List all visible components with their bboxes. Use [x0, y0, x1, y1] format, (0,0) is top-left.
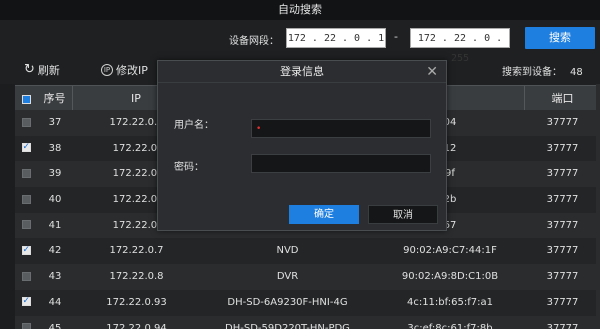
found-devices: 搜索到设备： 48 — [502, 63, 583, 78]
cell-port: 37777 — [546, 117, 579, 128]
cell-no: 37 — [48, 117, 62, 128]
checkbox-box[interactable] — [21, 294, 31, 308]
cell-port: 37777 — [546, 142, 579, 154]
cell-port: 37777 — [546, 219, 579, 231]
refresh-icon: ↻ — [24, 62, 35, 77]
cell-type: DH-SD-6A9230F-HNI-4G — [227, 296, 348, 308]
ip-range-separator: - — [394, 30, 398, 43]
cell-port: 37777 — [546, 296, 579, 308]
window-title: 自动搜索 — [0, 0, 600, 20]
cell-ip: 172.22.0.7 — [109, 245, 164, 257]
row-checkbox[interactable] — [15, 264, 37, 290]
search-button[interactable]: 搜索 — [525, 27, 595, 49]
cell-mac: 90:02:A9:C7:44:1F — [403, 245, 497, 257]
start-ip-input[interactable]: 172 . 22 . 0 . 1 — [286, 28, 386, 48]
cell-no: 39 — [48, 168, 62, 180]
row-checkbox[interactable] — [15, 136, 37, 162]
checkbox-box[interactable] — [21, 117, 31, 127]
cell-no: 42 — [48, 245, 62, 257]
cell-no: 43 — [48, 271, 62, 283]
cell-ip: 172.22.0.93 — [106, 296, 167, 308]
cell-no: 41 — [48, 219, 62, 231]
modify-ip-button[interactable]: IP 修改IP — [101, 62, 148, 78]
cell-no: 45 — [48, 322, 62, 329]
checkbox-box[interactable] — [21, 140, 31, 154]
left-margin — [0, 84, 15, 329]
username-label: 用户名： — [174, 120, 214, 131]
refresh-button[interactable]: ↻ 刷新 — [24, 62, 60, 78]
cell-port: 37777 — [546, 322, 579, 329]
checkbox-box[interactable] — [21, 323, 31, 329]
checkbox-box[interactable] — [21, 271, 31, 281]
cell-port: 37777 — [546, 245, 579, 257]
ip-icon: IP — [101, 64, 113, 76]
cancel-button[interactable]: 取消 — [368, 205, 438, 224]
username-input[interactable]: • — [251, 119, 431, 138]
dialog-title: 登录信息 — [158, 61, 446, 83]
checkbox-box[interactable] — [21, 243, 31, 257]
cell-port: 37777 — [546, 194, 579, 206]
row-checkbox[interactable] — [15, 316, 37, 329]
cell-ip: 172.22.0.8 — [109, 271, 164, 283]
refresh-label: 刷新 — [37, 64, 60, 77]
login-dialog: 登录信息 ✕ 用户名： • 密码： 确定 取消 — [157, 60, 447, 231]
required-marker: • — [256, 124, 262, 134]
checkbox-box[interactable] — [21, 168, 31, 178]
row-checkbox[interactable] — [15, 290, 37, 316]
select-all-checkbox[interactable] — [15, 86, 37, 111]
checkbox-box[interactable] — [21, 220, 31, 230]
cell-port: 37777 — [546, 271, 579, 283]
cell-no: 40 — [48, 194, 62, 206]
header-port[interactable]: 端口 — [525, 86, 600, 111]
cell-mac: 90:02:A9:8D:C1:0B — [401, 271, 499, 283]
table-row[interactable]: 43 172.22.0.8 DVR 90:02:A9:8D:C1:0B 37777 — [15, 264, 600, 290]
cell-type: NVD — [276, 245, 299, 257]
found-count: 48 — [570, 67, 583, 78]
cell-type: DH-SD-59D220T-HN-PDG — [225, 322, 350, 329]
end-ip-input[interactable]: 172 . 22 . 0 . 255 — [410, 28, 510, 64]
checkbox-box[interactable] — [21, 194, 31, 204]
segment-label: 设备网段： — [229, 36, 279, 47]
segment-row: 设备网段： 172 . 22 . 0 . 1 - 172 . 22 . 0 . … — [0, 20, 600, 64]
table-row[interactable]: 45 172.22.0.94 DH-SD-59D220T-HN-PDG 3c:ef:8… — [15, 315, 600, 329]
close-icon[interactable]: ✕ — [426, 62, 438, 82]
cell-type: DVR — [276, 271, 299, 283]
row-checkbox[interactable] — [15, 238, 37, 264]
row-checkbox[interactable] — [15, 110, 37, 136]
table-row[interactable]: 44 172.22.0.93 DH-SD-6A9230F-HNI-4G 4c:11:b… — [15, 289, 600, 316]
found-label: 搜索到设备： — [502, 67, 562, 78]
select-all-box[interactable] — [21, 94, 31, 104]
modify-ip-label: 修改IP — [116, 64, 148, 77]
row-checkbox[interactable] — [15, 161, 37, 187]
cell-ip: 172.22.0.94 — [106, 322, 167, 329]
scrollbar[interactable] — [596, 84, 600, 329]
row-checkbox[interactable] — [15, 213, 37, 239]
header-no[interactable]: 序号 — [37, 86, 73, 111]
cell-no: 38 — [48, 142, 62, 154]
cell-no: 44 — [48, 296, 62, 308]
ok-button[interactable]: 确定 — [289, 205, 359, 224]
cell-mac: 3c:ef:8c:61:f7:8b — [407, 322, 493, 329]
cell-mac: 4c:11:bf:65:f7:a1 — [406, 296, 494, 308]
password-input[interactable] — [251, 154, 431, 173]
password-label: 密码： — [174, 162, 204, 173]
row-checkbox[interactable] — [15, 187, 37, 213]
table-row[interactable]: 42 172.22.0.7 NVD 90:02:A9:C7:44:1F 37777 — [15, 238, 600, 265]
cell-port: 37777 — [546, 168, 579, 180]
